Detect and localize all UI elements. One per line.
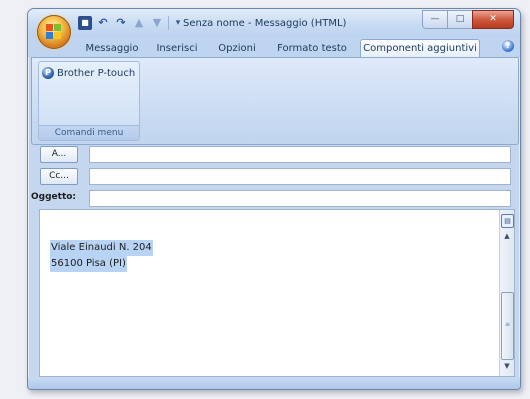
address-fields: A... Cc... Oggetto: <box>31 144 517 208</box>
brother-ptouch-label: Brother P-touch <box>57 67 136 79</box>
address-line-1: Viale Einaudi N. 204 <box>50 240 153 256</box>
ribbon-tabs: Messaggio Inserisci Opzioni Formato test… <box>28 37 520 58</box>
to-field[interactable] <box>89 146 511 163</box>
down-arrow-icon[interactable]: ▼ <box>150 16 164 30</box>
scroll-down-icon[interactable]: ▼ <box>500 362 514 370</box>
customize-icon[interactable]: ▾ <box>173 16 183 30</box>
message-text: Viale Einaudi N. 204 56100 Pisa (PI) <box>50 240 153 272</box>
ribbon-group-comandi-menu: P Brother P-touch Comandi menu <box>38 61 140 141</box>
subject-label: Oggetto: <box>31 192 77 202</box>
toolbar-separator <box>168 16 169 30</box>
close-button[interactable]: ✕ <box>472 10 514 29</box>
up-arrow-icon[interactable]: ▲ <box>132 16 146 30</box>
tab-opzioni[interactable]: Opzioni <box>214 40 260 57</box>
tab-messaggio[interactable]: Messaggio <box>83 40 141 57</box>
window-title: Senza nome - Messaggio (HTML) <box>183 18 347 29</box>
to-button[interactable]: A... <box>40 146 78 163</box>
address-line-2: 56100 Pisa (PI) <box>50 256 127 272</box>
subject-field[interactable] <box>89 190 511 207</box>
outlook-message-window: ■ ↶ ↷ ▲ ▼ ▾ Senza nome - Messaggio (HTML… <box>27 8 521 390</box>
save-icon[interactable]: ■ <box>78 16 92 30</box>
office-button[interactable] <box>37 15 71 49</box>
group-label: Comandi menu <box>39 125 139 140</box>
ruler-icon[interactable]: ▤ <box>501 214 514 228</box>
tab-formato-testo[interactable]: Formato testo <box>274 40 350 57</box>
quick-access-toolbar: ■ ↶ ↷ ▲ ▼ ▾ <box>78 14 183 32</box>
tab-componenti-aggiuntivi[interactable]: Componenti aggiuntivi <box>360 39 480 58</box>
redo-icon[interactable]: ↷ <box>114 16 128 30</box>
cc-button[interactable]: Cc... <box>40 168 78 185</box>
brother-ptouch-button[interactable]: P Brother P-touch <box>42 65 135 81</box>
status-bar <box>28 377 520 389</box>
maximize-button[interactable]: □ <box>447 10 472 29</box>
office-logo-icon <box>46 24 62 40</box>
window-controls: — □ ✕ <box>422 10 514 29</box>
cc-field[interactable] <box>89 168 511 185</box>
ribbon-panel: P Brother P-touch Comandi menu <box>31 57 519 145</box>
tab-inserisci[interactable]: Inserisci <box>152 40 202 57</box>
message-body[interactable]: Viale Einaudi N. 204 56100 Pisa (PI) ▤ ▲… <box>39 209 515 377</box>
minimize-button[interactable]: — <box>422 10 447 29</box>
undo-icon[interactable]: ↶ <box>96 16 110 30</box>
scroll-thumb[interactable]: ≡ <box>501 292 514 360</box>
help-icon[interactable]: ? <box>502 40 514 52</box>
title-bar: ■ ↶ ↷ ▲ ▼ ▾ Senza nome - Messaggio (HTML… <box>28 9 520 37</box>
vertical-scrollbar[interactable]: ▤ ▲ ≡ ▼ <box>499 210 514 376</box>
scroll-up-icon[interactable]: ▲ <box>500 232 514 240</box>
grip-icon: ≡ <box>505 321 511 328</box>
brother-ptouch-icon: P <box>42 67 54 79</box>
